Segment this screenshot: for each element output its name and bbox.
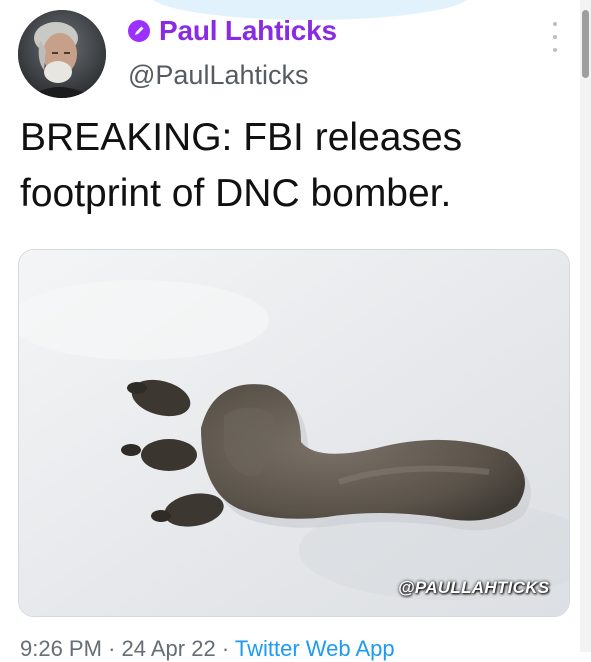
tweet-date[interactable]: 24 Apr 22 [122, 636, 216, 661]
tweet-text: BREAKING: FBI releases footprint of DNC … [20, 110, 570, 222]
parody-badge-icon [128, 20, 150, 42]
meta-separator: · [221, 636, 235, 661]
avatar[interactable] [18, 10, 106, 98]
scrollbar[interactable] [580, 0, 591, 652]
tweet-source-app[interactable]: Twitter Web App [235, 636, 395, 661]
tweet-text-line-1: BREAKING: FBI releases [20, 116, 463, 159]
display-name[interactable]: Paul Lahticks [159, 15, 337, 47]
media-watermark: @PAULLAHTICKS [398, 578, 550, 597]
tweet-text-line-2: footprint of DNC bomber. [20, 172, 452, 215]
author-name-row[interactable]: Paul Lahticks [128, 15, 337, 47]
more-vertical-icon[interactable] [548, 22, 562, 52]
user-handle[interactable]: @PaulLahticks [128, 60, 309, 91]
tweet-meta-line: 9:26 PM · 24 Apr 22 · Twitter Web App [20, 636, 395, 662]
tweet-time[interactable]: 9:26 PM [20, 636, 102, 661]
tweet-media-image[interactable] [18, 249, 570, 617]
scrollbar-thumb[interactable] [582, 10, 589, 78]
meta-separator: · [108, 636, 122, 661]
